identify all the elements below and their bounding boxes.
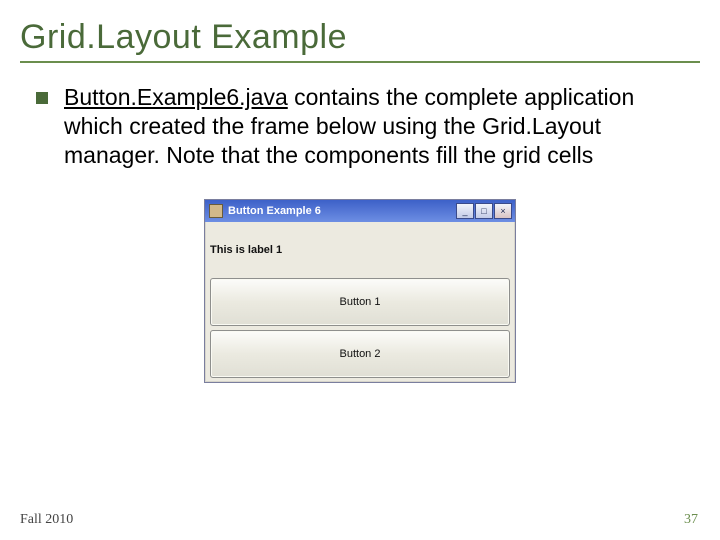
slide: Grid.Layout Example Button.Example6.java… [0,0,720,540]
button-2[interactable]: Button 2 [210,330,510,378]
bullet-square-icon [36,92,48,104]
example-window-figure: Button Example 6 _ □ × This is label 1 B… [204,199,516,383]
close-icon: × [500,207,505,216]
maximize-icon: □ [481,207,486,216]
window-frame: Button Example 6 _ □ × This is label 1 B… [204,199,516,383]
slide-title: Grid.Layout Example [20,18,700,57]
button-2-cell: Button 2 [207,328,513,380]
minimize-button[interactable]: _ [456,203,474,219]
maximize-button[interactable]: □ [475,203,493,219]
button-1-cell: Button 1 [207,276,513,328]
bullet-item: Button.Example6.java contains the comple… [20,83,700,169]
bullet-text: Button.Example6.java contains the comple… [64,83,664,169]
button-1[interactable]: Button 1 [210,278,510,326]
label-1: This is label 1 [207,224,513,276]
minimize-icon: _ [462,207,467,216]
java-app-icon [209,204,223,218]
source-link[interactable]: Button.Example6.java [64,84,288,110]
window-title: Button Example 6 [228,205,456,217]
window-client-area: This is label 1 Button 1 Button 2 [205,222,515,382]
footer-term: Fall 2010 [20,512,73,528]
window-titlebar[interactable]: Button Example 6 _ □ × [205,200,515,222]
close-button[interactable]: × [494,203,512,219]
window-control-buttons: _ □ × [456,203,512,219]
page-number: 37 [684,512,698,528]
title-underline [20,61,700,63]
